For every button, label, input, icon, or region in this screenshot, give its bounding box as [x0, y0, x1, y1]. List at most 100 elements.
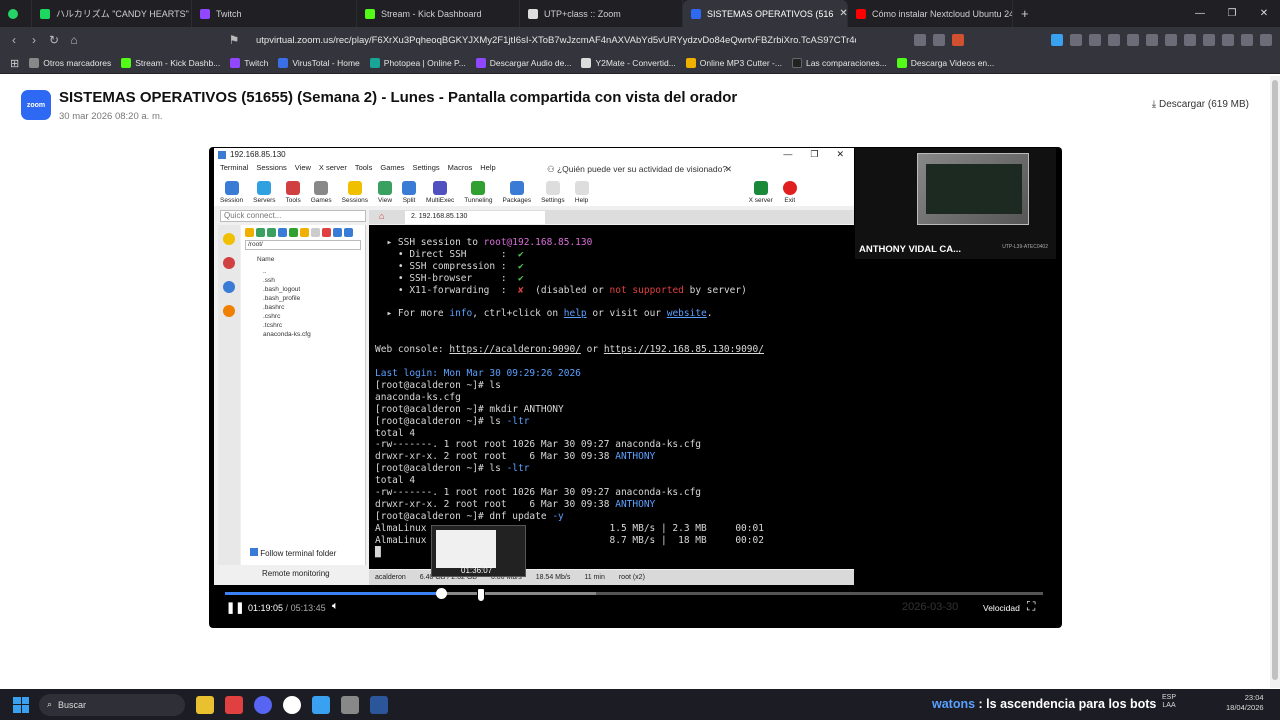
extension-icon[interactable]	[933, 34, 945, 46]
tab-label: Cómo instalar Nextcloud Ubuntu 24.	[872, 8, 1013, 19]
bookmark-item[interactable]: Descarga Videos en...	[896, 58, 994, 68]
close-icon[interactable]: ✕	[725, 164, 732, 175]
extension-icon[interactable]	[1127, 34, 1139, 46]
power-icon	[782, 181, 797, 195]
bookmark-item[interactable]: Y2Mate - Convertid...	[581, 58, 676, 68]
tab-label: ハルカリズム "CANDY HEARTS" • H	[56, 9, 192, 19]
tab-twitch[interactable]: Twitch	[192, 0, 357, 27]
toolbar-label: Tunneling	[464, 197, 493, 204]
maximize-icon[interactable]: ❐	[1216, 8, 1248, 19]
mp3-cutter-icon	[685, 58, 696, 68]
bookmark-label: Twitch	[244, 58, 269, 68]
menu-icon[interactable]	[1260, 34, 1272, 46]
file-explorer-icon[interactable]	[196, 695, 214, 714]
home-icon[interactable]: ⌂	[64, 33, 84, 47]
whatsapp-tab[interactable]	[0, 0, 32, 27]
terminal-line: total 4	[375, 475, 416, 487]
bookmark-item[interactable]: Otros marcadores	[29, 58, 111, 68]
terminal-line: ▸ For more info, ctrl+click on help or v…	[375, 308, 848, 320]
bookmark-item[interactable]: Online MP3 Cutter -...	[685, 58, 782, 68]
extension-icon[interactable]	[1089, 34, 1101, 46]
extension-icon[interactable]	[914, 34, 926, 46]
taskbar-clock[interactable]: 23:04 18/04/2026	[1226, 693, 1264, 713]
obs-icon[interactable]	[283, 695, 301, 714]
new-tab-icon[interactable]: +	[1021, 6, 1029, 21]
discord-icon[interactable]	[254, 695, 272, 714]
window-title: 192.168.85.130	[230, 150, 286, 159]
extension-icon[interactable]	[1222, 34, 1234, 46]
back-icon[interactable]: ‹	[4, 33, 24, 47]
apps-grid-icon[interactable]: ⊞	[10, 57, 19, 70]
bookmark-icon[interactable]: ⚑	[224, 33, 244, 47]
tab-label: SISTEMAS OPERATIVOS (516	[707, 8, 834, 19]
page-scrollbar[interactable]	[1270, 76, 1280, 688]
bookmark-item[interactable]: Twitch	[230, 58, 268, 68]
extension-icon[interactable]	[1241, 34, 1253, 46]
address-bar[interactable]: utpvirtual.zoom.us/rec/play/F6XrXu3Pqheo…	[256, 35, 856, 46]
lang-layout: LAA	[1162, 702, 1176, 709]
app-icon[interactable]	[312, 695, 330, 714]
virustotal-icon	[278, 58, 289, 68]
bookmark-label: Y2Mate - Convertid...	[595, 58, 676, 68]
tab-music[interactable]: ハルカリズム "CANDY HEARTS" • H	[32, 0, 192, 27]
terminal-line: • SSH-browser : ✔	[375, 273, 848, 285]
toolbar-settings: Settings	[541, 181, 565, 204]
speaker-device-label: UTP-L39-ATEC0402	[1002, 244, 1048, 250]
scrollbar-thumb[interactable]	[1272, 80, 1278, 680]
minimize-icon[interactable]: —	[1184, 8, 1216, 19]
extension-icon[interactable]	[1184, 34, 1196, 46]
tab-youtube[interactable]: Cómo instalar Nextcloud Ubuntu 24.	[848, 0, 1013, 27]
language-indicator[interactable]: ESP LAA	[1162, 694, 1176, 710]
extension-icon[interactable]	[1051, 34, 1063, 46]
mobaxterm-icon	[218, 150, 226, 159]
window-controls: — ❐ ✕	[1184, 8, 1280, 19]
reload-icon[interactable]: ↻	[44, 33, 64, 47]
pause-icon: ❚❚	[226, 602, 245, 614]
bookmark-label: Otros marcadores	[43, 58, 112, 68]
bookmark-item[interactable]: Photopea | Online P...	[369, 58, 466, 68]
speaker-name: ANTHONY VIDAL CA...	[859, 244, 962, 255]
terminal-line: Last login: Mon Mar 30 09:29:26 2026	[375, 367, 581, 379]
tab-kick[interactable]: Stream - Kick Dashboard	[357, 0, 520, 27]
progress-bar[interactable]	[225, 588, 1043, 599]
tab-zoom-recording[interactable]: SISTEMAS OPERATIVOS (516 ✕	[683, 0, 848, 27]
progress-knob[interactable]	[435, 588, 447, 599]
close-window-icon[interactable]: ✕	[1248, 8, 1280, 19]
taskbar-search[interactable]: ⌕ Buscar	[39, 693, 185, 716]
extension-icon[interactable]	[1146, 34, 1158, 46]
forward-icon[interactable]: ›	[24, 33, 44, 47]
bookmark-item[interactable]: Las comparaciones...	[791, 58, 887, 68]
terminal-line: total 4	[375, 427, 416, 439]
close-tab-icon[interactable]: ✕	[839, 8, 847, 19]
download-button[interactable]: ⤓ Descargar (619 MB)	[1152, 99, 1249, 110]
speaker-camera	[917, 153, 1029, 225]
tools-icon	[223, 257, 235, 269]
video-player[interactable]: 192.168.85.130 — ❐ ✕ Terminal Sessions Vie…	[209, 147, 1062, 628]
maximize-icon: ❐	[810, 149, 819, 159]
extension-icon[interactable]	[1070, 34, 1082, 46]
mobaxterm-icon[interactable]	[341, 695, 359, 714]
terminal-text: ✔	[518, 272, 524, 284]
bookmark-item[interactable]: Descargar Audio de...	[475, 58, 571, 68]
toolbar-label: Sessions	[341, 197, 369, 204]
notice-text: ¿Quién puede ver su actividad de visiona…	[556, 164, 728, 174]
terminal-text: ▸ For more	[375, 308, 450, 320]
bookmark-item[interactable]: VirusTotal - Home	[278, 58, 360, 68]
speed-button[interactable]: Velocidad	[983, 603, 1020, 613]
pause-button[interactable]: ❚❚	[226, 601, 244, 614]
tab-utp-class[interactable]: UTP+class :: Zoom	[520, 0, 683, 27]
terminal-text: .	[706, 308, 713, 320]
bookmark-label: VirusTotal - Home	[292, 58, 360, 68]
brave-shield-icon[interactable]	[952, 34, 964, 46]
volume-button[interactable]: 🔈︎	[332, 600, 339, 613]
extension-icon[interactable]	[1108, 34, 1120, 46]
word-icon[interactable]	[370, 695, 388, 714]
windows-start-icon[interactable]	[13, 696, 29, 713]
extension-icon[interactable]	[1203, 34, 1215, 46]
toolbar-xserver: X server	[749, 181, 773, 204]
fullscreen-button[interactable]: ⛶	[1027, 599, 1035, 614]
star-icon	[347, 181, 362, 195]
brave-icon[interactable]	[225, 695, 243, 714]
bookmark-item[interactable]: Stream - Kick Dashb...	[121, 58, 220, 68]
extension-icon[interactable]	[1165, 34, 1177, 46]
